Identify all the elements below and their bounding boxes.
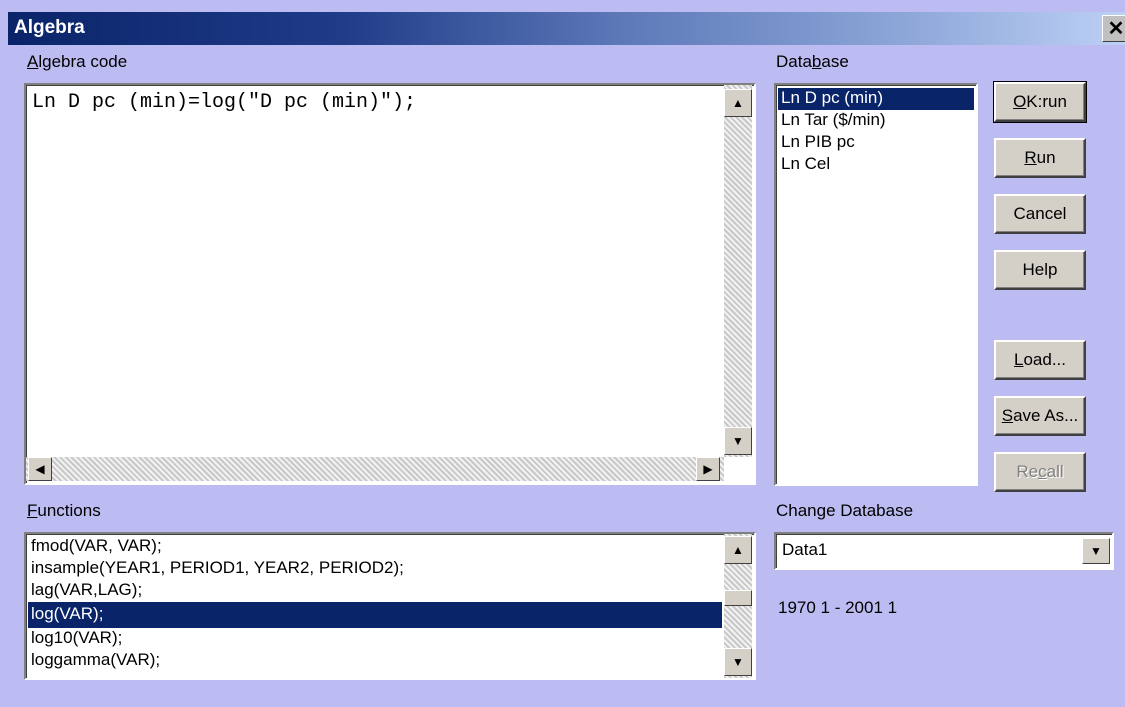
window-title: Algebra <box>14 17 85 38</box>
database-range-text: 1970 1 - 2001 1 <box>778 598 898 617</box>
function-item[interactable]: loggamma(VAR); <box>28 650 722 672</box>
recall-button[interactable]: Re c all <box>994 452 1086 492</box>
load-button[interactable]: Load... <box>994 340 1086 380</box>
run-button[interactable]: Run <box>994 138 1086 178</box>
right-arrow-icon: ▶ <box>703 462 713 476</box>
code-scroll-down-button[interactable]: ▼ <box>724 427 752 455</box>
function-item[interactable]: fmod(VAR, VAR); <box>28 536 722 558</box>
database-item[interactable]: Ln Cel <box>778 154 974 176</box>
functions-listbox[interactable]: fmod(VAR, VAR); insample(YEAR1, PERIOD1,… <box>24 532 756 680</box>
change-database-select[interactable]: Data1 ▼ <box>774 532 1114 570</box>
algebra-code-text[interactable]: Ln D pc (min)=log("D pc (min)"); <box>32 91 416 114</box>
function-item[interactable]: lag(VAR,LAG); <box>28 580 722 602</box>
help-button[interactable]: Help <box>994 250 1086 290</box>
function-item[interactable]: log10(VAR); <box>28 628 722 650</box>
functions-scroll-down-button[interactable]: ▼ <box>724 648 752 676</box>
left-arrow-icon: ◀ <box>35 462 45 476</box>
function-item[interactable]: log(VAR); <box>28 602 722 628</box>
code-scroll-left-button[interactable]: ◀ <box>28 457 52 481</box>
database-item[interactable]: Ln Tar ($/min) <box>778 110 974 132</box>
close-icon: ✕ <box>1107 17 1125 40</box>
code-vertical-scrollbar[interactable]: ▲ ▼ <box>724 85 752 457</box>
database-label: Database <box>776 52 849 71</box>
down-arrow-icon: ▼ <box>732 655 744 669</box>
function-item[interactable]: insample(YEAR1, PERIOD1, YEAR2, PERIOD2)… <box>28 558 722 580</box>
down-arrow-icon: ▼ <box>732 434 744 448</box>
database-item[interactable]: Ln D pc (min) <box>778 88 974 110</box>
ok-run-button[interactable]: O K:run <box>993 81 1087 123</box>
up-arrow-icon: ▲ <box>732 96 744 110</box>
change-database-value: Data1 <box>782 540 828 559</box>
functions-scroll-thumb[interactable] <box>724 590 752 606</box>
database-item[interactable]: Ln PIB pc <box>778 132 974 154</box>
functions-label: Functions <box>27 501 101 520</box>
algebra-code-label: Algebra code <box>27 52 128 71</box>
cancel-button[interactable]: Cancel <box>994 194 1086 234</box>
functions-vertical-scrollbar[interactable]: ▲ ▼ <box>724 534 752 678</box>
algebra-code-editor[interactable]: Ln D pc (min)=log("D pc (min)"); ▲ ▼ ◀ ▶ <box>24 83 756 485</box>
functions-scroll-up-button[interactable]: ▲ <box>724 536 752 564</box>
code-scroll-right-button[interactable]: ▶ <box>696 457 720 481</box>
chevron-down-icon: ▼ <box>1090 544 1102 558</box>
save-as-button[interactable]: Save As... <box>994 396 1086 436</box>
code-scroll-up-button[interactable]: ▲ <box>724 89 752 117</box>
title-bar: Algebra ✕ <box>8 12 1125 45</box>
change-database-label: Change Database <box>776 501 914 520</box>
up-arrow-icon: ▲ <box>732 543 744 557</box>
database-listbox[interactable]: Ln D pc (min) Ln Tar ($/min) Ln PIB pc L… <box>774 83 978 486</box>
close-button[interactable]: ✕ <box>1102 15 1125 42</box>
code-horizontal-scrollbar[interactable]: ◀ ▶ <box>26 457 724 481</box>
dropdown-button[interactable]: ▼ <box>1082 538 1110 564</box>
